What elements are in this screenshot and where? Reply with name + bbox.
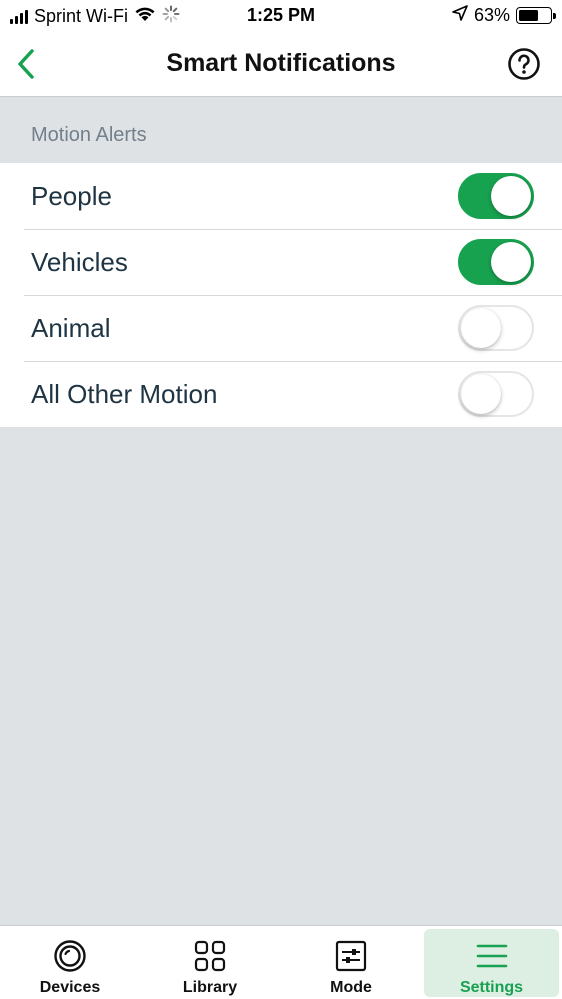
camera-lens-icon	[53, 939, 87, 973]
grid-icon	[194, 939, 226, 973]
sliders-icon	[335, 939, 367, 973]
tab-library[interactable]: Library	[140, 929, 280, 997]
tab-label: Mode	[330, 979, 372, 996]
settings-list: People Vehicles Animal All Other Motion	[0, 163, 562, 427]
location-arrow-icon	[452, 5, 468, 26]
setting-label: Vehicles	[31, 246, 128, 277]
setting-label: People	[31, 180, 112, 211]
back-button[interactable]	[8, 44, 44, 84]
wifi-icon	[134, 6, 156, 27]
toggle-knob	[461, 308, 501, 348]
setting-row-animal: Animal	[0, 295, 562, 361]
status-left: Sprint Wi-Fi	[10, 5, 180, 28]
tab-bar: Devices Library Mode Settings	[0, 925, 562, 999]
section-header-motion-alerts: Motion Alerts	[31, 124, 147, 146]
tab-devices[interactable]: Devices	[0, 929, 140, 997]
toggle-knob	[491, 176, 531, 216]
tab-mode[interactable]: Mode	[281, 929, 421, 997]
status-right: 63%	[452, 5, 556, 26]
hamburger-menu-icon	[476, 939, 508, 973]
setting-row-vehicles: Vehicles	[0, 229, 562, 295]
all-other-motion-toggle[interactable]	[458, 371, 534, 417]
setting-label: Animal	[31, 312, 111, 343]
tab-label: Library	[182, 979, 238, 996]
vehicles-toggle[interactable]	[458, 239, 534, 285]
setting-label: All Other Motion	[31, 378, 218, 409]
battery-icon	[516, 7, 556, 24]
setting-row-all-other-motion: All Other Motion	[0, 361, 562, 427]
signal-icon	[10, 9, 28, 24]
tab-label: Devices	[39, 979, 101, 996]
carrier-label: Sprint Wi-Fi	[34, 6, 128, 26]
nav-bar: Smart Notifications	[0, 32, 562, 97]
loading-spinner-icon	[162, 5, 180, 28]
battery-percent: 63%	[473, 5, 510, 25]
toggle-knob	[461, 374, 501, 414]
setting-row-people: People	[0, 163, 562, 229]
page-title: Smart Notifications	[166, 49, 396, 77]
battery-level-fill	[519, 10, 538, 21]
status-bar: Sprint Wi-Fi 1:25 PM 63%	[0, 0, 562, 32]
tab-settings[interactable]: Settings	[424, 929, 559, 997]
animal-toggle[interactable]	[458, 305, 534, 351]
toggle-knob	[491, 242, 531, 282]
help-button[interactable]	[506, 46, 542, 82]
chevron-left-icon	[18, 49, 34, 79]
people-toggle[interactable]	[458, 173, 534, 219]
question-circle-icon	[508, 48, 540, 80]
tab-label: Settings	[459, 979, 524, 996]
